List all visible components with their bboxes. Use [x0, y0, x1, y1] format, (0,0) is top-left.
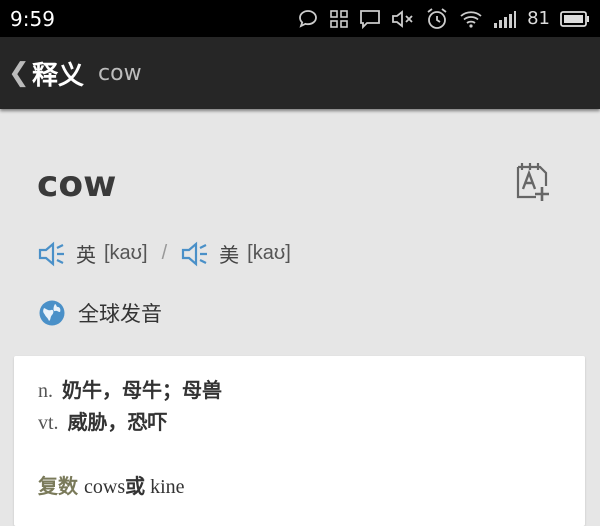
plural-or: 或: [125, 474, 146, 498]
wifi-icon: [460, 10, 482, 28]
chat-bubble-icon: [299, 9, 317, 28]
screen-title: 释义: [32, 60, 85, 91]
pron-ipa-us: [kaʊ]: [247, 242, 291, 264]
message-icon: [360, 9, 380, 29]
alarm-icon: [427, 7, 447, 29]
back-button[interactable]: ❮: [8, 58, 30, 88]
global-pronunciation-label: 全球发音: [78, 302, 162, 326]
definition-meaning: 威胁，恐吓: [67, 410, 168, 434]
plural-form-alt: kine: [150, 476, 185, 498]
mute-icon: [392, 9, 413, 28]
plural-forms: 复数 cows或 kine: [38, 470, 185, 499]
plural-form: cows: [84, 476, 126, 498]
speaker-icon[interactable]: [38, 241, 68, 267]
app-bar: ❮ 释义 cow: [0, 37, 600, 109]
pron-label-uk: 英: [76, 243, 96, 267]
battery-level: 81: [527, 8, 550, 29]
pronunciation-row: 英 [kaʊ] / 美 [kaʊ]: [38, 239, 291, 268]
status-time: 9:59: [10, 6, 55, 31]
system-icons: 81: [297, 7, 590, 31]
part-of-speech: n.: [38, 380, 53, 402]
add-to-wordbook-icon[interactable]: [510, 160, 554, 204]
globe-icon: [39, 300, 65, 326]
pron-ipa-uk: [kaʊ]: [104, 242, 148, 264]
part-of-speech: vt.: [38, 412, 59, 434]
speaker-icon[interactable]: [181, 241, 211, 267]
status-bar: 9:59 81: [0, 0, 600, 37]
global-pronunciation-link[interactable]: 全球发音: [38, 298, 162, 328]
battery-icon: [560, 10, 589, 27]
plural-label: 复数: [38, 474, 78, 498]
headword: cow: [37, 164, 117, 205]
definition-row: vt. 威胁，恐吓: [38, 406, 168, 435]
grid-icon: [330, 9, 348, 28]
query-word: cow: [98, 60, 142, 86]
definition-meaning: 奶牛，母牛；母兽: [62, 378, 222, 402]
definition-row: n. 奶牛，母牛；母兽: [38, 374, 222, 403]
signal-icon: [494, 10, 517, 28]
pron-separator: /: [161, 242, 168, 264]
pron-label-us: 美: [219, 243, 240, 267]
